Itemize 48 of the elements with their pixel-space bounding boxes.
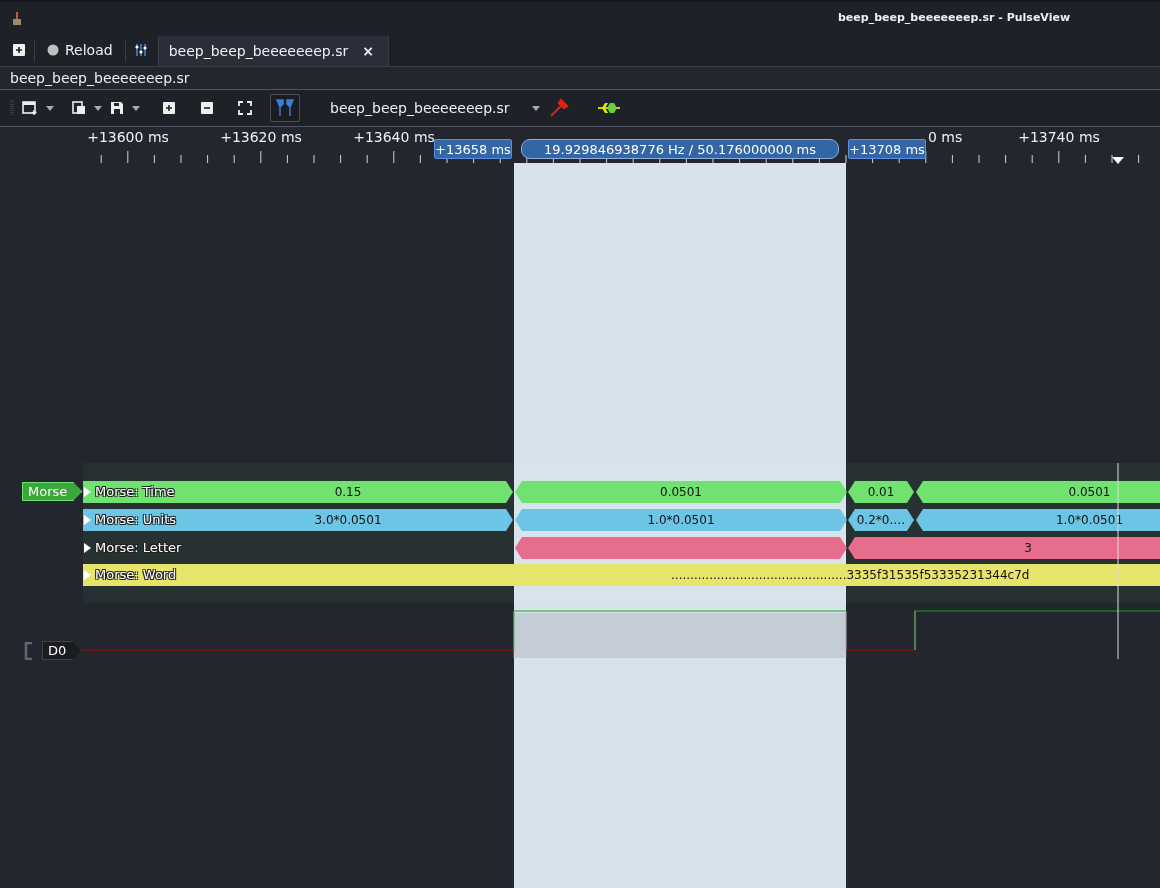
zoom-fit-icon[interactable] — [238, 101, 252, 115]
annotation[interactable]: 0.0501 — [916, 481, 1160, 503]
caret-icon[interactable] — [46, 105, 54, 111]
open-icon[interactable] — [72, 101, 86, 115]
annotation[interactable]: 0.2*0.… — [848, 509, 914, 531]
caret-icon[interactable] — [132, 105, 140, 111]
annotation[interactable]: 0.0501 — [515, 481, 847, 503]
cursors-icon — [275, 99, 295, 117]
row-label: Morse: Letter — [95, 540, 182, 555]
row-label: Morse: Word — [95, 567, 177, 582]
time-label: +13600 ms — [87, 129, 169, 145]
zoom-in-icon[interactable] — [162, 101, 176, 115]
device-dropdown[interactable]: beep_beep_beeeeeeep.sr — [324, 100, 546, 116]
trigger-marker-icon — [1112, 157, 1124, 164]
annotation[interactable]: 1.0*0.0501 — [515, 509, 847, 531]
time-label: +13640 ms — [353, 129, 435, 145]
new-session-icon[interactable] — [12, 43, 26, 57]
circle-icon — [47, 44, 59, 56]
cursor-label[interactable]: +13658 ms — [434, 139, 512, 159]
caret-icon[interactable] — [94, 105, 102, 111]
row-label: Morse: Units — [95, 512, 177, 527]
app-icon — [12, 12, 22, 26]
time-label: +13740 ms — [1018, 129, 1100, 145]
bracket-icon — [24, 642, 34, 660]
time-label: 0 ms — [928, 129, 963, 145]
annotation[interactable]: ..............................................3335f31535f53335231344c7d — [514, 564, 1160, 586]
view-title: beep_beep_beeeeeeep.sr — [10, 70, 190, 86]
tab-label: beep_beep_beeeeeeep.sr — [168, 43, 349, 59]
annotation[interactable]: 0.01 — [848, 481, 914, 503]
session-tab[interactable]: beep_beep_beeeeeeep.sr × — [157, 35, 389, 66]
reload-button[interactable]: Reload — [43, 38, 117, 62]
cursors-toggle[interactable] — [270, 94, 300, 122]
annotation[interactable] — [83, 564, 514, 586]
new-view-icon[interactable] — [22, 101, 38, 115]
zoom-out-icon[interactable] — [200, 101, 214, 115]
window-title: beep_beep_beeeeeeep.sr - PulseView — [838, 11, 1071, 24]
cursor-label[interactable]: +13708 ms — [848, 139, 926, 159]
time-label: +13620 ms — [220, 129, 302, 145]
channel-tag[interactable]: D0 — [42, 641, 82, 660]
decoder-icon[interactable] — [597, 102, 620, 114]
annotation[interactable]: 3 — [848, 537, 1160, 559]
close-tab-button[interactable]: × — [362, 43, 374, 59]
save-icon[interactable] — [110, 101, 124, 115]
annotation[interactable]: 1.0*0.0501 — [916, 509, 1160, 531]
measurement-label: 19.929846938776 Hz / 50.176000000 ms — [521, 139, 839, 159]
row-label: Morse: Time — [95, 484, 175, 499]
sliders-icon[interactable] — [133, 43, 148, 57]
caret-icon — [531, 105, 540, 111]
